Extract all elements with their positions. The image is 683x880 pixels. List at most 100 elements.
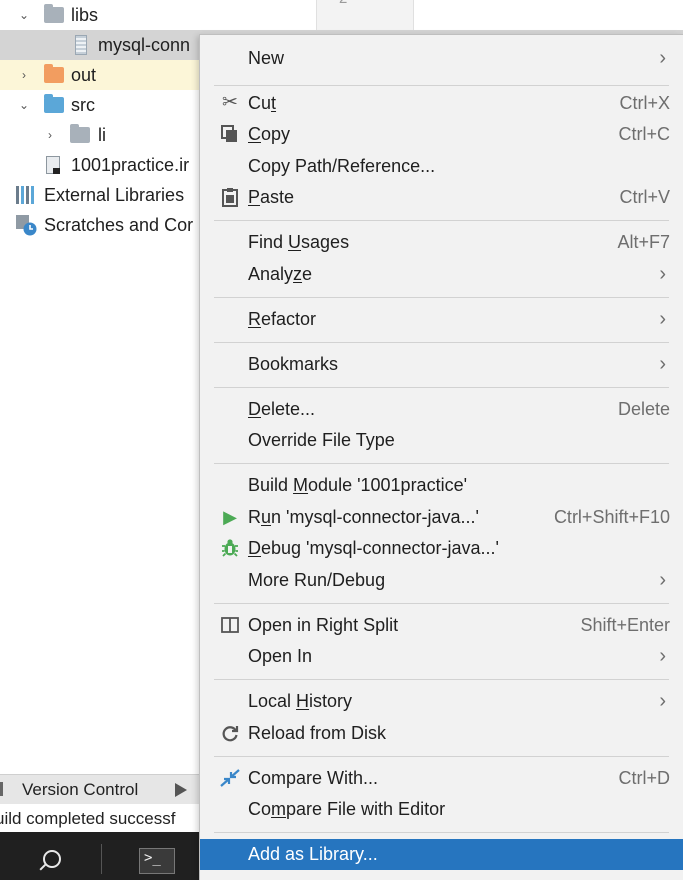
- folder-icon: [44, 94, 64, 113]
- menu-item-compare-file-with-editor[interactable]: Compare File with Editor: [200, 794, 683, 825]
- menu-separator: [214, 387, 669, 388]
- context-menu: New › ✂ Cut Ctrl+X Copy Ctrl+C Copy Path…: [199, 34, 683, 880]
- status-bar-text: uild completed successf: [0, 805, 200, 833]
- tree-item-label: li: [98, 125, 106, 145]
- menu-separator: [214, 832, 669, 833]
- menu-shortcut: Alt+F7: [617, 232, 670, 252]
- menu-item-compare-with[interactable]: Compare With... Ctrl+D: [200, 763, 683, 794]
- menu-item-reload-from-disk[interactable]: Reload from Disk: [200, 718, 683, 749]
- menu-separator: [214, 342, 669, 343]
- search-icon[interactable]: [43, 850, 61, 868]
- scissors-icon: ✂: [222, 92, 238, 113]
- menu-item-add-as-library[interactable]: Add as Library...: [200, 839, 683, 870]
- menu-item-bookmarks[interactable]: Bookmarks ›: [200, 349, 683, 380]
- menu-shortcut: Ctrl+X: [619, 93, 670, 113]
- menu-item-label: Open In: [248, 646, 313, 666]
- menu-separator: [214, 603, 669, 604]
- submenu-arrow-icon: ›: [659, 690, 666, 712]
- menu-item-label: Run 'mysql-connector-java...': [248, 507, 479, 527]
- submenu-arrow-icon: ›: [659, 353, 666, 375]
- package-icon: [70, 124, 90, 143]
- tree-item-label: out: [71, 65, 97, 85]
- scratches-icon: [16, 215, 37, 236]
- chevron-down-icon[interactable]: ⌄: [16, 0, 32, 30]
- folder-icon: [44, 64, 64, 83]
- menu-item-copy[interactable]: Copy Ctrl+C: [200, 119, 683, 150]
- menu-item-analyze[interactable]: Analyze ›: [200, 259, 683, 290]
- clipboard-icon: [220, 187, 240, 207]
- debug-bug-icon: [220, 538, 240, 558]
- jar-file-icon: [75, 35, 87, 55]
- taskbar-divider: [101, 844, 102, 874]
- copy-icon: [220, 124, 240, 144]
- menu-item-label: Cut: [248, 93, 277, 113]
- chevron-right-icon[interactable]: ›: [42, 120, 58, 150]
- menu-item-label: More Run/Debug: [248, 570, 386, 590]
- menu-item-label: Open in Right Split: [248, 615, 399, 635]
- tree-item-label: 1001practice.ir: [71, 155, 190, 175]
- tree-item-label: External Libraries: [44, 185, 185, 205]
- menu-item-new[interactable]: New ›: [200, 43, 683, 74]
- play-icon[interactable]: [175, 783, 187, 797]
- menu-item-paste[interactable]: Paste Ctrl+V: [200, 182, 683, 213]
- menu-shortcut: Ctrl+V: [619, 187, 670, 207]
- menu-item-label: Compare With...: [248, 768, 379, 788]
- menu-separator: [214, 756, 669, 757]
- tree-item-libs[interactable]: ⌄ libs: [0, 0, 683, 30]
- menu-item-build-module[interactable]: Build Module '1001practice': [200, 470, 683, 501]
- menu-shortcut: Delete: [617, 399, 670, 419]
- tree-item-label: src: [71, 95, 95, 115]
- menu-item-label: Bookmarks: [248, 354, 339, 374]
- menu-item-label: Reload from Disk: [248, 723, 387, 743]
- submenu-arrow-icon: ›: [659, 308, 666, 330]
- chevron-right-icon[interactable]: ›: [16, 60, 32, 90]
- menu-item-label: Refactor: [248, 309, 317, 329]
- menu-item-delete[interactable]: Delete... Delete: [200, 394, 683, 425]
- menu-shortcut: Ctrl+Shift+F10: [553, 507, 670, 527]
- menu-item-run[interactable]: ▶ Run 'mysql-connector-java...' Ctrl+Shi…: [200, 502, 683, 533]
- menu-item-label: Find Usages: [248, 232, 350, 252]
- reload-icon: [220, 723, 240, 743]
- version-control-label: Version Control: [22, 780, 139, 799]
- menu-shortcut: Ctrl+D: [618, 768, 670, 788]
- menu-item-refactor[interactable]: Refactor ›: [200, 304, 683, 335]
- menu-item-label: Override File Type: [248, 430, 395, 450]
- menu-item-more-run-debug[interactable]: More Run/Debug ›: [200, 565, 683, 596]
- submenu-arrow-icon: ›: [659, 47, 666, 69]
- os-taskbar: [0, 832, 200, 880]
- library-icon: [16, 186, 36, 204]
- menu-item-label: Compare File with Editor: [248, 799, 446, 819]
- menu-shortcut: Ctrl+C: [618, 124, 670, 144]
- submenu-arrow-icon: ›: [659, 263, 666, 285]
- menu-item-label: Copy: [248, 124, 291, 144]
- menu-shortcut: Shift+Enter: [580, 615, 670, 635]
- menu-separator: [214, 220, 669, 221]
- menu-item-label: Add as Library...: [248, 844, 378, 864]
- compare-arrows-icon: [220, 768, 240, 788]
- menu-item-open-in[interactable]: Open In ›: [200, 641, 683, 672]
- menu-item-label: New: [248, 48, 285, 68]
- menu-item-label: Copy Path/Reference...: [248, 156, 436, 176]
- version-control-tab[interactable]: Version Control: [0, 774, 200, 804]
- menu-item-debug[interactable]: Debug 'mysql-connector-java...': [200, 533, 683, 564]
- bottom-area: Version Control uild completed successf: [0, 760, 200, 880]
- menu-item-copy-path[interactable]: Copy Path/Reference...: [200, 151, 683, 182]
- tree-item-label: mysql-conn: [98, 35, 191, 55]
- menu-item-override-file-type[interactable]: Override File Type: [200, 425, 683, 456]
- split-view-icon: [220, 615, 240, 635]
- tree-item-label: libs: [71, 5, 99, 25]
- menu-item-cut[interactable]: ✂ Cut Ctrl+X: [200, 88, 683, 119]
- tree-item-label: Scratches and Cor: [44, 215, 194, 235]
- module-file-icon: [46, 156, 60, 174]
- menu-item-local-history[interactable]: Local History ›: [200, 686, 683, 717]
- menu-separator: [214, 463, 669, 464]
- menu-item-label: Local History: [248, 691, 353, 711]
- menu-item-open-right-split[interactable]: Open in Right Split Shift+Enter: [200, 610, 683, 641]
- menu-item-find-usages[interactable]: Find Usages Alt+F7: [200, 227, 683, 258]
- menu-item-label: Analyze: [248, 264, 313, 284]
- chevron-down-icon[interactable]: ⌄: [16, 90, 32, 120]
- menu-item-label: Build Module '1001practice': [248, 475, 468, 495]
- menu-separator: [214, 679, 669, 680]
- submenu-arrow-icon: ›: [659, 569, 666, 591]
- terminal-icon[interactable]: [139, 848, 175, 874]
